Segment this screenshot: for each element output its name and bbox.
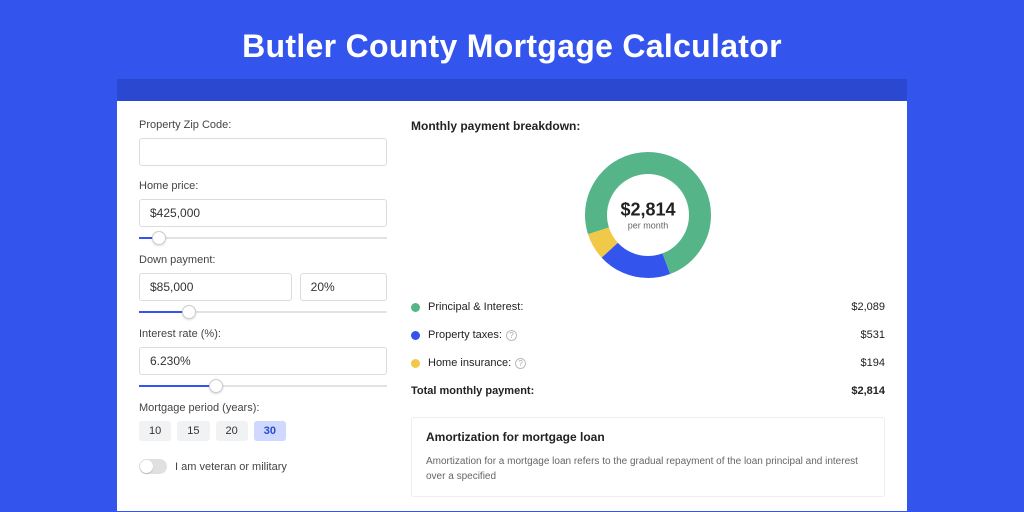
calculator-panel: Property Zip Code: Home price: Down paym… [117,101,907,511]
amortization-section: Amortization for mortgage loan Amortizat… [411,417,885,497]
period-group: Mortgage period (years): 10 15 20 30 [139,402,387,441]
rate-input[interactable] [139,347,387,375]
zip-input[interactable] [139,138,387,166]
legend-amount: $194 [861,357,885,369]
period-option-10[interactable]: 10 [139,421,171,441]
inputs-column: Property Zip Code: Home price: Down paym… [139,119,387,481]
info-icon[interactable]: ? [515,358,526,369]
legend-swatch [411,303,420,312]
rate-group: Interest rate (%): [139,328,387,375]
period-option-30[interactable]: 30 [254,421,286,441]
down-slider[interactable] [139,304,387,318]
price-slider[interactable] [139,230,387,244]
rate-label: Interest rate (%): [139,328,387,340]
veteran-toggle[interactable] [139,459,167,474]
price-group: Home price: [139,180,387,227]
donut-center: $2,814 per month [620,200,675,231]
legend-row: Principal & Interest: $2,089 [411,293,885,321]
down-group: Down payment: [139,254,387,301]
page-title: Butler County Mortgage Calculator [0,0,1024,65]
veteran-row: I am veteran or military [139,459,387,474]
slider-track [139,237,387,239]
slider-thumb[interactable] [209,379,223,393]
legend-row: Home insurance:? $194 [411,349,885,377]
legend-amount: $2,089 [851,301,885,313]
legend-total-amount: $2,814 [851,385,885,397]
veteran-label: I am veteran or military [175,461,287,473]
donut-chart: $2,814 per month [411,143,885,293]
donut-center-sub: per month [620,221,675,231]
period-option-20[interactable]: 20 [216,421,248,441]
amortization-text: Amortization for a mortgage loan refers … [426,454,870,484]
down-amount-input[interactable] [139,273,292,301]
slider-thumb[interactable] [152,231,166,245]
amortization-title: Amortization for mortgage loan [426,430,870,444]
breakdown-column: Monthly payment breakdown: $2,814 per mo… [411,119,885,481]
legend-total-row: Total monthly payment: $2,814 [411,377,885,405]
legend-label: Principal & Interest: [428,301,523,313]
legend-label: Property taxes: [428,329,502,341]
legend-row: Property taxes:? $531 [411,321,885,349]
legend: Principal & Interest: $2,089 Property taxe… [411,293,885,377]
slider-fill [139,385,216,387]
rate-slider[interactable] [139,378,387,392]
legend-amount: $531 [861,329,885,341]
legend-label: Home insurance: [428,357,511,369]
period-option-15[interactable]: 15 [177,421,209,441]
toggle-knob [140,460,153,473]
legend-total-label: Total monthly payment: [411,385,534,397]
period-label: Mortgage period (years): [139,402,387,414]
down-label: Down payment: [139,254,387,266]
price-label: Home price: [139,180,387,192]
breakdown-title: Monthly payment breakdown: [411,119,885,133]
header-banner [117,79,907,101]
legend-swatch [411,331,420,340]
price-input[interactable] [139,199,387,227]
legend-swatch [411,359,420,368]
period-pills: 10 15 20 30 [139,421,387,441]
info-icon[interactable]: ? [506,330,517,341]
donut-center-value: $2,814 [620,200,675,221]
zip-group: Property Zip Code: [139,119,387,166]
down-percent-input[interactable] [300,273,387,301]
zip-label: Property Zip Code: [139,119,387,131]
slider-thumb[interactable] [182,305,196,319]
